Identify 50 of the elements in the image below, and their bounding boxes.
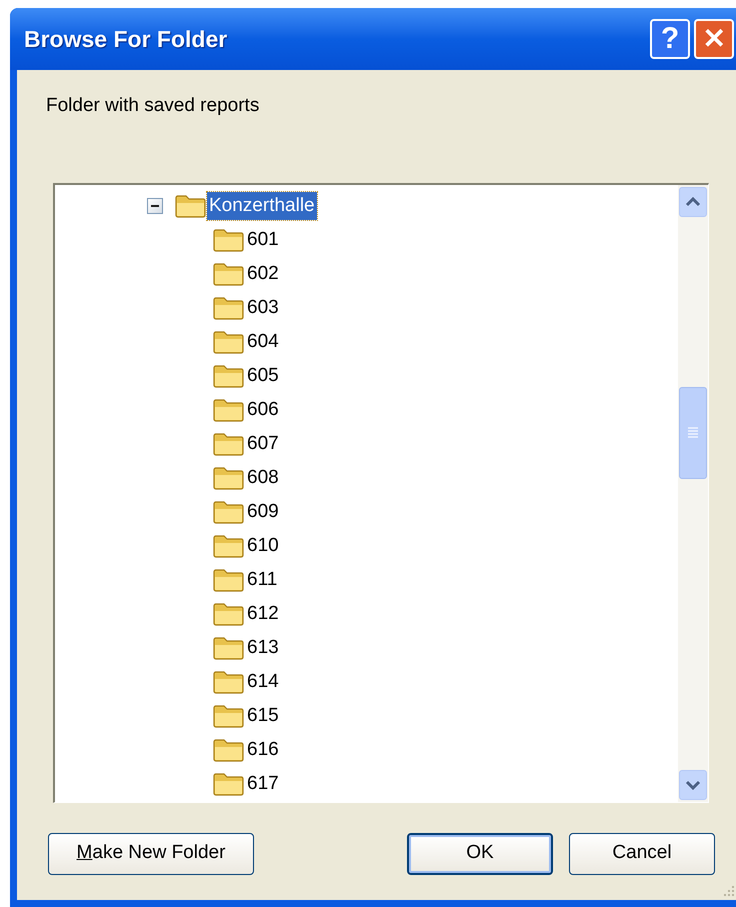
folder-icon: [213, 398, 245, 422]
folder-icon: [213, 636, 245, 660]
window-title: Browse For Folder: [24, 24, 228, 54]
folder-icon: [213, 330, 245, 354]
folder-icon: [213, 228, 245, 252]
vertical-scrollbar[interactable]: [678, 184, 708, 802]
folder-item[interactable]: 604: [245, 328, 281, 356]
folder-item[interactable]: Konzerthalle: [207, 192, 317, 220]
scroll-thumb[interactable]: [679, 386, 707, 478]
folder-item[interactable]: 601: [245, 226, 281, 254]
folder-item[interactable]: 608: [245, 464, 281, 492]
folder-item[interactable]: 615: [245, 702, 281, 730]
prompt-text: Folder with saved reports: [46, 94, 260, 118]
folder-icon: [213, 704, 245, 728]
folder-icon: [213, 568, 245, 592]
folder-icon: [213, 466, 245, 490]
collapse-toggle[interactable]: [147, 198, 163, 214]
folder-item[interactable]: 616: [245, 736, 281, 764]
scroll-up-button[interactable]: [679, 186, 707, 216]
folder-item[interactable]: 611: [245, 566, 280, 594]
folder-icon: [213, 602, 245, 626]
folder-icon: [213, 432, 245, 456]
folder-item[interactable]: 603: [245, 294, 281, 322]
cancel-button[interactable]: Cancel: [569, 832, 715, 874]
folder-item[interactable]: 612: [245, 600, 281, 628]
grip-icon: [687, 426, 699, 440]
folder-icon: [213, 670, 245, 694]
folder-icon: [175, 194, 207, 218]
folder-icon: [213, 296, 245, 320]
folder-item[interactable]: 613: [245, 634, 281, 662]
folder-item[interactable]: 605: [245, 362, 281, 390]
folder-item[interactable]: 610: [245, 532, 281, 560]
folder-icon: [213, 262, 245, 286]
folder-item[interactable]: 602: [245, 260, 281, 288]
resize-grip-icon[interactable]: [721, 885, 735, 899]
folder-item[interactable]: 609: [245, 498, 281, 526]
ok-button[interactable]: OK: [407, 832, 553, 874]
folder-item[interactable]: 614: [245, 668, 281, 696]
folder-icon: [213, 364, 245, 388]
scroll-down-button[interactable]: [679, 770, 707, 800]
new-folder-button[interactable]: Make New Folder: [48, 832, 254, 874]
folder-icon: [213, 500, 245, 524]
close-button[interactable]: ✕: [694, 19, 734, 59]
folder-item[interactable]: 617: [245, 770, 281, 798]
folder-icon: [213, 772, 245, 796]
help-button[interactable]: ?: [650, 19, 690, 59]
folder-item[interactable]: 606: [245, 396, 281, 424]
folder-icon: [213, 738, 245, 762]
folder-icon: [213, 534, 245, 558]
folder-item[interactable]: 607: [245, 430, 281, 458]
